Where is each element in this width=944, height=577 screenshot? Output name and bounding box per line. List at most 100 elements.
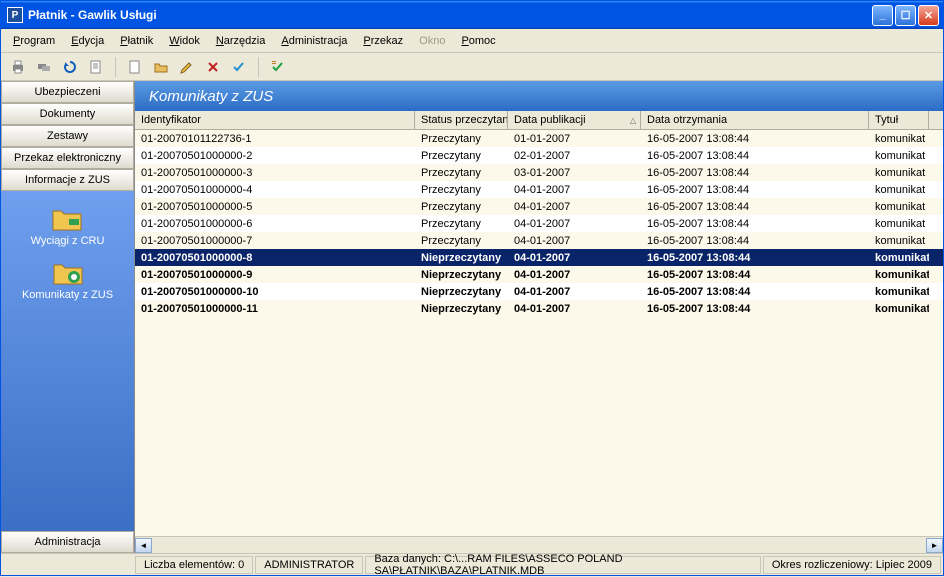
cell-recv: 16-05-2007 13:08:44 [641, 302, 869, 316]
menu-pomoc[interactable]: Pomoc [455, 33, 501, 49]
table: Identyfikator Status przeczytania Data p… [135, 111, 943, 536]
titlebar: P Płatnik - Gawlik Usługi _ ☐ ✕ [1, 1, 943, 29]
main-layout: Ubezpieczeni Dokumenty Zestawy Przekaz e… [1, 81, 943, 553]
cell-pub: 04-01-2007 [508, 234, 641, 248]
window-controls: _ ☐ ✕ [872, 5, 939, 26]
sidebar-item-wyciagi[interactable]: Wyciągi z CRU [27, 201, 109, 251]
tb-print-icon[interactable] [7, 56, 29, 78]
cell-recv: 16-05-2007 13:08:44 [641, 183, 869, 197]
menu-edycja[interactable]: Edycja [65, 33, 110, 49]
status-period: Okres rozliczeniowy: Lipiec 2009 [763, 556, 941, 574]
scroll-right-icon[interactable]: ► [926, 538, 943, 553]
cell-title: komunikat [869, 285, 929, 299]
menu-narzedzia[interactable]: Narzędzia [210, 33, 272, 49]
panel-header: Komunikaty z ZUS [135, 81, 943, 111]
cell-title: komunikat [869, 302, 929, 316]
tb-sep [115, 57, 116, 77]
status-count: Liczba elementów: 0 [135, 556, 253, 574]
cell-pub: 04-01-2007 [508, 268, 641, 282]
table-row[interactable]: 01-20070501000000-9Nieprzeczytany04-01-2… [135, 266, 943, 283]
col-header-status[interactable]: Status przeczytania [415, 111, 508, 129]
tb-delete-icon[interactable] [202, 56, 224, 78]
cell-recv: 16-05-2007 13:08:44 [641, 217, 869, 231]
sidebar-btn-przekaz[interactable]: Przekaz elektroniczny [1, 147, 134, 169]
table-row[interactable]: 01-20070501000000-2Przeczytany02-01-2007… [135, 147, 943, 164]
cell-id: 01-20070501000000-2 [135, 149, 415, 163]
maximize-button[interactable]: ☐ [895, 5, 916, 26]
sidebar-btn-ubezpieczeni[interactable]: Ubezpieczeni [1, 81, 134, 103]
col-header-pub[interactable]: Data publikacji△ [508, 111, 641, 129]
cell-pub: 04-01-2007 [508, 285, 641, 299]
col-header-id[interactable]: Identyfikator [135, 111, 415, 129]
tb-printers-icon[interactable] [33, 56, 55, 78]
status-user: ADMINISTRATOR [255, 556, 363, 574]
cell-title: komunikat nr [869, 166, 929, 180]
tb-refresh-icon[interactable] [59, 56, 81, 78]
menu-program[interactable]: Program [7, 33, 61, 49]
close-button[interactable]: ✕ [918, 5, 939, 26]
tb-filter-icon[interactable] [267, 56, 289, 78]
cell-status: Przeczytany [415, 234, 508, 248]
tb-sep2 [258, 57, 259, 77]
tb-new-icon[interactable] [124, 56, 146, 78]
cell-status: Przeczytany [415, 217, 508, 231]
table-row[interactable]: 01-20070501000000-7Przeczytany04-01-2007… [135, 232, 943, 249]
cell-status: Przeczytany [415, 149, 508, 163]
cell-status: Przeczytany [415, 183, 508, 197]
folder-icon [51, 205, 83, 233]
cell-pub: 01-01-2007 [508, 132, 641, 146]
tb-doc-icon[interactable] [85, 56, 107, 78]
table-row[interactable]: 01-20070501000000-4Przeczytany04-01-2007… [135, 181, 943, 198]
tb-edit-icon[interactable] [176, 56, 198, 78]
table-row[interactable]: 01-20070501000000-5Przeczytany04-01-2007… [135, 198, 943, 215]
tb-check-icon[interactable] [228, 56, 250, 78]
table-header: Identyfikator Status przeczytania Data p… [135, 111, 943, 130]
cell-id: 01-20070501000000-7 [135, 234, 415, 248]
sort-asc-icon: △ [630, 116, 636, 125]
table-row[interactable]: 01-20070501000000-6Przeczytany04-01-2007… [135, 215, 943, 232]
cell-status: Nieprzeczytany [415, 302, 508, 316]
minimize-button[interactable]: _ [872, 5, 893, 26]
sidebar-item-label: Komunikaty z ZUS [22, 289, 113, 301]
sidebar-btn-informacje[interactable]: Informacje z ZUS [1, 169, 134, 191]
cell-recv: 16-05-2007 13:08:44 [641, 200, 869, 214]
cell-recv: 16-05-2007 13:08:44 [641, 149, 869, 163]
menu-widok[interactable]: Widok [163, 33, 206, 49]
cell-pub: 04-01-2007 [508, 251, 641, 265]
cell-title: komunikat nr [869, 132, 929, 146]
table-body: 01-20070101122736-1Przeczytany01-01-2007… [135, 130, 943, 317]
cell-status: Nieprzeczytany [415, 251, 508, 265]
cell-pub: 04-01-2007 [508, 302, 641, 316]
cell-pub: 04-01-2007 [508, 200, 641, 214]
menu-platnik[interactable]: Płatnik [114, 33, 159, 49]
table-row[interactable]: 01-20070501000000-10Nieprzeczytany04-01-… [135, 283, 943, 300]
cell-recv: 16-05-2007 13:08:44 [641, 268, 869, 282]
cell-title: komunikat nr [869, 234, 929, 248]
col-header-title[interactable]: Tytuł [869, 111, 929, 129]
cell-id: 01-20070501000000-4 [135, 183, 415, 197]
sidebar-btn-zestawy[interactable]: Zestawy [1, 125, 134, 147]
col-header-recv[interactable]: Data otrzymania [641, 111, 869, 129]
sidebar-btn-dokumenty[interactable]: Dokumenty [1, 103, 134, 125]
table-row[interactable]: 01-20070501000000-8Nieprzeczytany04-01-2… [135, 249, 943, 266]
horizontal-scrollbar[interactable]: ◄ ► [135, 536, 943, 553]
cell-title: komunikat [869, 251, 929, 265]
cell-status: Przeczytany [415, 166, 508, 180]
cell-id: 01-20070101122736-1 [135, 132, 415, 146]
cell-id: 01-20070501000000-5 [135, 200, 415, 214]
scroll-left-icon[interactable]: ◄ [135, 538, 152, 553]
menu-administracja[interactable]: Administracja [275, 33, 353, 49]
cell-title: komunikat nr [869, 149, 929, 163]
sidebar-btn-administracja[interactable]: Administracja [1, 531, 134, 553]
table-row[interactable]: 01-20070101122736-1Przeczytany01-01-2007… [135, 130, 943, 147]
table-row[interactable]: 01-20070501000000-3Przeczytany03-01-2007… [135, 164, 943, 181]
cell-status: Nieprzeczytany [415, 285, 508, 299]
cell-id: 01-20070501000000-3 [135, 166, 415, 180]
cell-id: 01-20070501000000-8 [135, 251, 415, 265]
sidebar-item-komunikaty[interactable]: Komunikaty z ZUS [18, 255, 117, 305]
cell-title: komunikat [869, 268, 929, 282]
table-row[interactable]: 01-20070501000000-11Nieprzeczytany04-01-… [135, 300, 943, 317]
tb-open-icon[interactable] [150, 56, 172, 78]
menu-przekaz[interactable]: Przekaz [357, 33, 409, 49]
cell-recv: 16-05-2007 13:08:44 [641, 251, 869, 265]
